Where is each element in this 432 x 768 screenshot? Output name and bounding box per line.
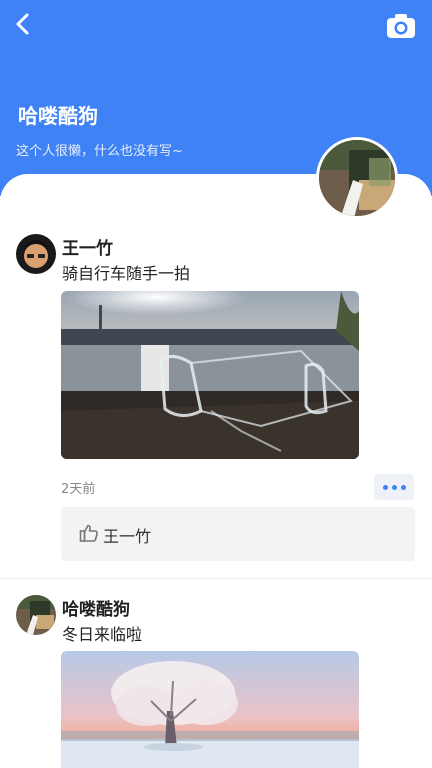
post-time: 2天前 (61, 482, 96, 497)
post-text: 冬日来临啦 (62, 625, 143, 644)
like-user-name[interactable]: 王一竹 (103, 523, 151, 547)
post-divider (0, 578, 432, 579)
post-avatar[interactable] (16, 234, 56, 274)
back-arrow-icon[interactable] (10, 10, 38, 38)
dot-icon (382, 484, 388, 490)
profile-avatar[interactable] (316, 137, 398, 219)
dot-icon (391, 484, 397, 490)
more-options-button[interactable] (374, 474, 414, 500)
likes-box: 王一竹 (61, 507, 415, 561)
post-author[interactable]: 哈喽酷狗 (62, 595, 130, 620)
thumbs-up-icon (79, 524, 98, 542)
profile-bio: 这个人很懒，什么也没有写~ (16, 144, 183, 159)
post-author[interactable]: 王一竹 (62, 234, 113, 259)
post-image[interactable] (61, 651, 359, 768)
profile-name: 哈喽酷狗 (18, 104, 98, 128)
dot-icon (400, 484, 406, 490)
post-image[interactable] (61, 291, 359, 459)
camera-icon[interactable] (386, 12, 416, 40)
post-avatar[interactable] (16, 595, 56, 635)
post-text: 骑自行车随手一拍 (62, 264, 191, 283)
